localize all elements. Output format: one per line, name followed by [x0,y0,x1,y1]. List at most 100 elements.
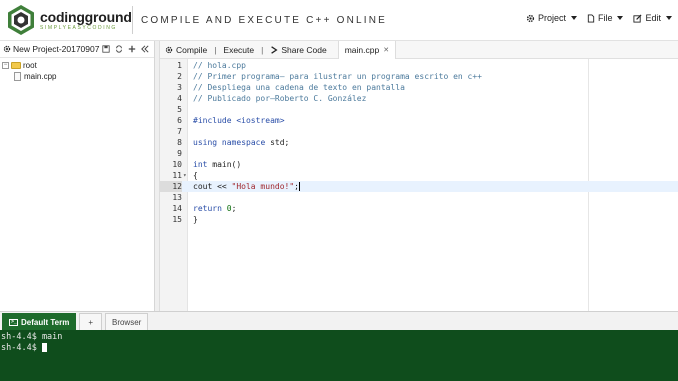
terminal-line: sh-4.4$ main [1,332,63,342]
save-icon[interactable] [102,45,110,53]
project-header: New Project-20170907 [0,41,154,58]
line-number: 13 [172,193,182,202]
file-icon [14,72,21,81]
line-number: 11 [172,171,182,180]
project-name[interactable]: New Project-20170907 [13,44,99,54]
menu-project[interactable]: Project [526,13,577,23]
code-line[interactable]: 14 return 0; [160,203,678,214]
line-number: 10 [172,160,182,169]
code-text[interactable]: cout << "Hola mundo!"; [193,181,300,192]
terminal-icon: >_ [9,318,18,326]
code-line[interactable]: 9 [160,148,678,159]
terminal-line: sh-4.4$ [1,343,678,354]
share-code-label: Share Code [281,44,327,55]
gear-icon [165,46,173,53]
chevron-down-icon [617,16,624,20]
chevron-down-icon [666,16,672,20]
logo-subtitle: SIMPLYEASYCODING [40,24,117,31]
code-line[interactable]: 13 [160,192,678,203]
code-line[interactable]: 7 [160,126,678,137]
terminal-prompt: sh-4.4$ [1,343,42,353]
tab-main-cpp[interactable]: main.cpp ✕ [337,40,397,59]
folder-icon [11,62,21,69]
edit-icon [633,13,642,23]
line-number: 4 [177,94,182,103]
code-line[interactable]: 15} [160,214,678,225]
add-terminal-button[interactable]: + [79,313,102,330]
coding-ground-logo-icon [8,5,34,35]
file-tree: − root main.cpp [0,58,154,82]
code-line[interactable]: 5 [160,104,678,115]
code-text[interactable]: return 0; [193,203,236,214]
share-icon [271,45,278,54]
code-line[interactable]: 8 using namespace std; [160,137,678,148]
line-number: 15 [172,215,182,224]
code-text[interactable]: int main() [193,159,241,170]
line-number: 3 [177,83,182,92]
tab-default-term-label: Default Term [21,317,70,327]
refresh-icon[interactable] [115,45,123,53]
code-line[interactable]: 6 #include <iostream> [160,115,678,126]
terminal-cursor [41,343,47,352]
compile-label: Compile [176,44,208,55]
chevron-down-icon [570,16,577,20]
compile-button[interactable]: Compile [160,45,212,55]
line-number: 9 [177,149,182,158]
line-number: 12 [160,181,182,192]
terminal-tabs: >_ Default Term + Browser [0,311,678,330]
collapse-icon[interactable]: − [2,62,9,69]
execute-button[interactable]: Execute [218,45,259,55]
code-line[interactable]: 3 // Despliega una cadena de texto en pan… [160,82,678,93]
line-number: 2 [177,72,182,81]
menu-edit[interactable]: Edit [633,13,672,23]
code-line[interactable]: 11 ▾ { [160,170,678,181]
close-icon[interactable]: ✕ [383,46,389,54]
tree-root[interactable]: − root [2,60,154,71]
code-text[interactable]: // Publicado por–Roberto C. González [193,93,366,104]
fold-arrow-icon[interactable]: ▾ [183,170,187,181]
code-text[interactable]: // hola.cpp [193,60,246,71]
tree-file-label: main.cpp [24,72,57,81]
code-line[interactable]: 10 int main() [160,159,678,170]
header: codingground SIMPLYEASYCODING COMPILE AN… [0,0,678,41]
tree-root-label: root [23,61,37,70]
code-line[interactable]: 2 // Primer programa– para ilustrar un pr… [160,71,678,82]
project-tools [102,45,149,53]
code-text[interactable]: #include <iostream> [193,115,285,126]
tab-browser[interactable]: Browser [104,313,149,330]
line-number: 14 [172,204,182,213]
top-menu: Project File Edit [526,13,672,23]
code-lines[interactable]: 1 // hola.cpp 2 // Primer programa– para il… [160,60,678,225]
code-text[interactable]: // Despliega una cadena de texto en pant… [193,82,405,93]
menu-file[interactable]: File [587,13,624,23]
code-line[interactable]: 12 cout << "Hola mundo!"; [160,181,678,192]
tab-default-term[interactable]: >_ Default Term [2,313,77,330]
code-text[interactable]: using namespace std; [193,137,289,148]
project-panel: New Project-20170907 − root main.cpp [0,41,155,311]
line-number: 6 [177,116,182,125]
gear-icon [526,14,535,22]
editor-toolbar: Compile | Execute | Share Code main.cpp … [160,40,678,59]
code-editor[interactable]: 1 // hola.cpp 2 // Primer programa– para il… [160,59,678,311]
logo[interactable]: codingground SIMPLYEASYCODING [5,4,132,36]
code-text[interactable]: } [193,214,198,225]
menu-file-label: File [597,13,613,23]
collapse-panel-icon[interactable] [141,45,149,53]
share-code-button[interactable]: Share Code [265,45,331,55]
add-icon[interactable] [128,45,136,53]
line-number: 7 [177,127,182,136]
logo-wordmark: codingground [40,8,132,25]
line-number: 5 [177,105,182,114]
code-line[interactable]: 4 // Publicado por–Roberto C. González [160,93,678,104]
code-text[interactable]: { [193,170,198,181]
code-text[interactable]: // Primer programa– para ilustrar un pro… [193,71,482,82]
tree-file-main-cpp[interactable]: main.cpp [2,71,154,82]
terminal[interactable]: sh-4.4$ main sh-4.4$ [0,330,678,381]
line-number: 1 [177,61,182,70]
add-terminal-label: + [88,317,93,327]
menu-edit-label: Edit [645,13,661,23]
tab-browser-label: Browser [111,317,142,327]
gear-icon[interactable] [3,45,11,53]
file-icon [587,13,595,23]
code-line[interactable]: 1 // hola.cpp [160,60,678,71]
